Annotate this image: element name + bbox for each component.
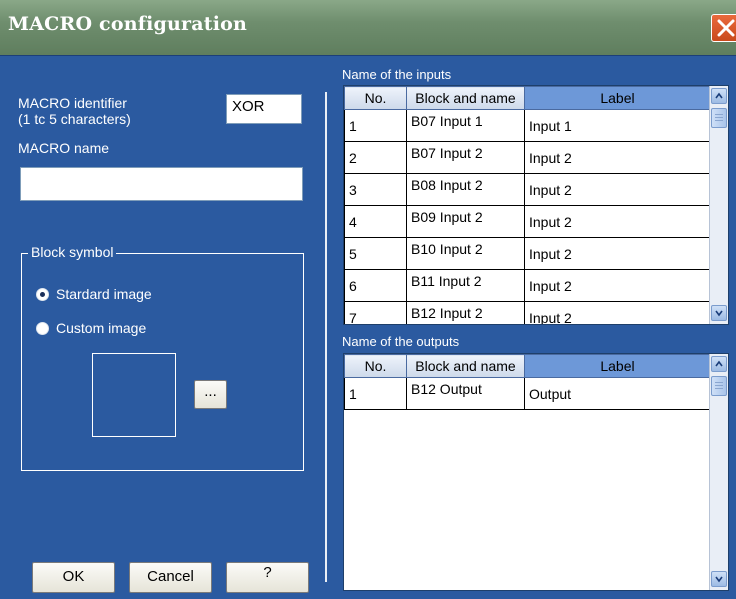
macro-configuration-dialog: MACRO configuration MACRO identifier (1 … [0, 0, 736, 599]
inputs-col-block[interactable]: Block and name [406, 86, 525, 110]
standard-image-label: Stardard image [56, 286, 152, 302]
table-row[interactable]: 5 B10 Input 2 Input 2 [344, 237, 711, 270]
cell-label[interactable]: Input 2 [524, 237, 711, 270]
block-symbol-group: Block symbol Stardard image Custom image… [21, 244, 304, 471]
chevron-down-icon [715, 310, 723, 317]
chevron-down-icon [715, 576, 723, 583]
cell-no[interactable]: 7 [344, 301, 407, 324]
custom-image-label: Custom image [56, 320, 147, 336]
table-row[interactable]: 7 B12 Input 2 Input 2 [344, 301, 711, 324]
outputs-scrollbar[interactable] [709, 354, 728, 590]
macro-name-input[interactable] [20, 167, 303, 201]
cell-no[interactable]: 1 [344, 377, 407, 410]
scroll-up-button[interactable] [711, 88, 727, 104]
cell-block[interactable]: B11 Input 2 [406, 269, 525, 302]
outputs-col-label[interactable]: Label [524, 354, 711, 378]
cell-label[interactable]: Output [524, 377, 711, 410]
table-row[interactable]: 6 B11 Input 2 Input 2 [344, 269, 711, 302]
window-title: MACRO configuration [8, 13, 247, 35]
help-button[interactable]: ? [226, 562, 309, 593]
browse-image-button[interactable]: ... [194, 380, 227, 409]
chevron-up-icon [715, 360, 723, 367]
outputs-col-no[interactable]: No. [344, 354, 407, 378]
scroll-up-button[interactable] [711, 356, 727, 372]
table-row[interactable]: 3 B08 Input 2 Input 2 [344, 173, 711, 206]
cell-no[interactable]: 2 [344, 141, 407, 174]
close-button[interactable] [711, 14, 736, 42]
standard-image-radio-dot[interactable] [36, 288, 49, 301]
inputs-col-label[interactable]: Label [524, 86, 711, 110]
outputs-grid[interactable]: No. Block and name Label 1 B12 Output Outp… [343, 353, 729, 591]
table-row[interactable]: 1 B12 Output Output [344, 377, 711, 410]
close-icon [717, 19, 735, 37]
cell-block[interactable]: B07 Input 1 [406, 109, 525, 142]
cell-block[interactable]: B10 Input 2 [406, 237, 525, 270]
table-row[interactable]: 2 B07 Input 2 Input 2 [344, 141, 711, 174]
cell-block[interactable]: B12 Input 2 [406, 301, 525, 324]
cell-label[interactable]: Input 1 [524, 109, 711, 142]
block-symbol-caption: Block symbol [28, 244, 117, 260]
scroll-thumb[interactable] [711, 376, 727, 396]
cell-label[interactable]: Input 2 [524, 301, 711, 324]
outputs-caption: Name of the outputs [342, 334, 460, 349]
custom-image-radio[interactable]: Custom image [36, 320, 216, 338]
standard-image-radio[interactable]: Stardard image [36, 286, 216, 304]
inputs-grid[interactable]: No. Block and name Label 1 B07 Input 1 Inp… [343, 85, 729, 325]
cell-block[interactable]: B12 Output [406, 377, 525, 410]
cell-no[interactable]: 6 [344, 269, 407, 302]
image-preview [92, 353, 176, 437]
cell-no[interactable]: 4 [344, 205, 407, 238]
macro-identifier-input[interactable]: XOR [226, 94, 302, 124]
cell-label[interactable]: Input 2 [524, 269, 711, 302]
scroll-down-button[interactable] [711, 305, 727, 321]
title-bar[interactable]: MACRO configuration [0, 0, 736, 55]
chevron-up-icon [715, 92, 723, 99]
cell-no[interactable]: 1 [344, 109, 407, 142]
table-row[interactable]: 1 B07 Input 1 Input 1 [344, 109, 711, 142]
ok-button[interactable]: OK [32, 562, 115, 593]
custom-image-radio-dot[interactable] [36, 322, 49, 335]
cell-no[interactable]: 3 [344, 173, 407, 206]
table-row[interactable]: 4 B09 Input 2 Input 2 [344, 205, 711, 238]
inputs-col-no[interactable]: No. [344, 86, 407, 110]
cell-label[interactable]: Input 2 [524, 141, 711, 174]
identifier-label-line2: (1 tc 5 characters) [18, 111, 131, 127]
dialog-body: MACRO identifier (1 tc 5 characters) XOR… [0, 55, 736, 599]
scroll-down-button[interactable] [711, 571, 727, 587]
cell-block[interactable]: B08 Input 2 [406, 173, 525, 206]
inputs-scrollbar[interactable] [709, 86, 728, 324]
cell-block[interactable]: B07 Input 2 [406, 141, 525, 174]
macro-name-label: MACRO name [18, 140, 110, 156]
cell-label[interactable]: Input 2 [524, 173, 711, 206]
inputs-caption: Name of the inputs [342, 67, 452, 82]
scroll-thumb[interactable] [711, 108, 727, 128]
outputs-col-block[interactable]: Block and name [406, 354, 525, 378]
identifier-label-line1: MACRO identifier [18, 95, 127, 111]
cell-no[interactable]: 5 [344, 237, 407, 270]
cell-label[interactable]: Input 2 [524, 205, 711, 238]
cancel-button[interactable]: Cancel [129, 562, 212, 593]
panel-divider [325, 92, 327, 582]
cell-block[interactable]: B09 Input 2 [406, 205, 525, 238]
